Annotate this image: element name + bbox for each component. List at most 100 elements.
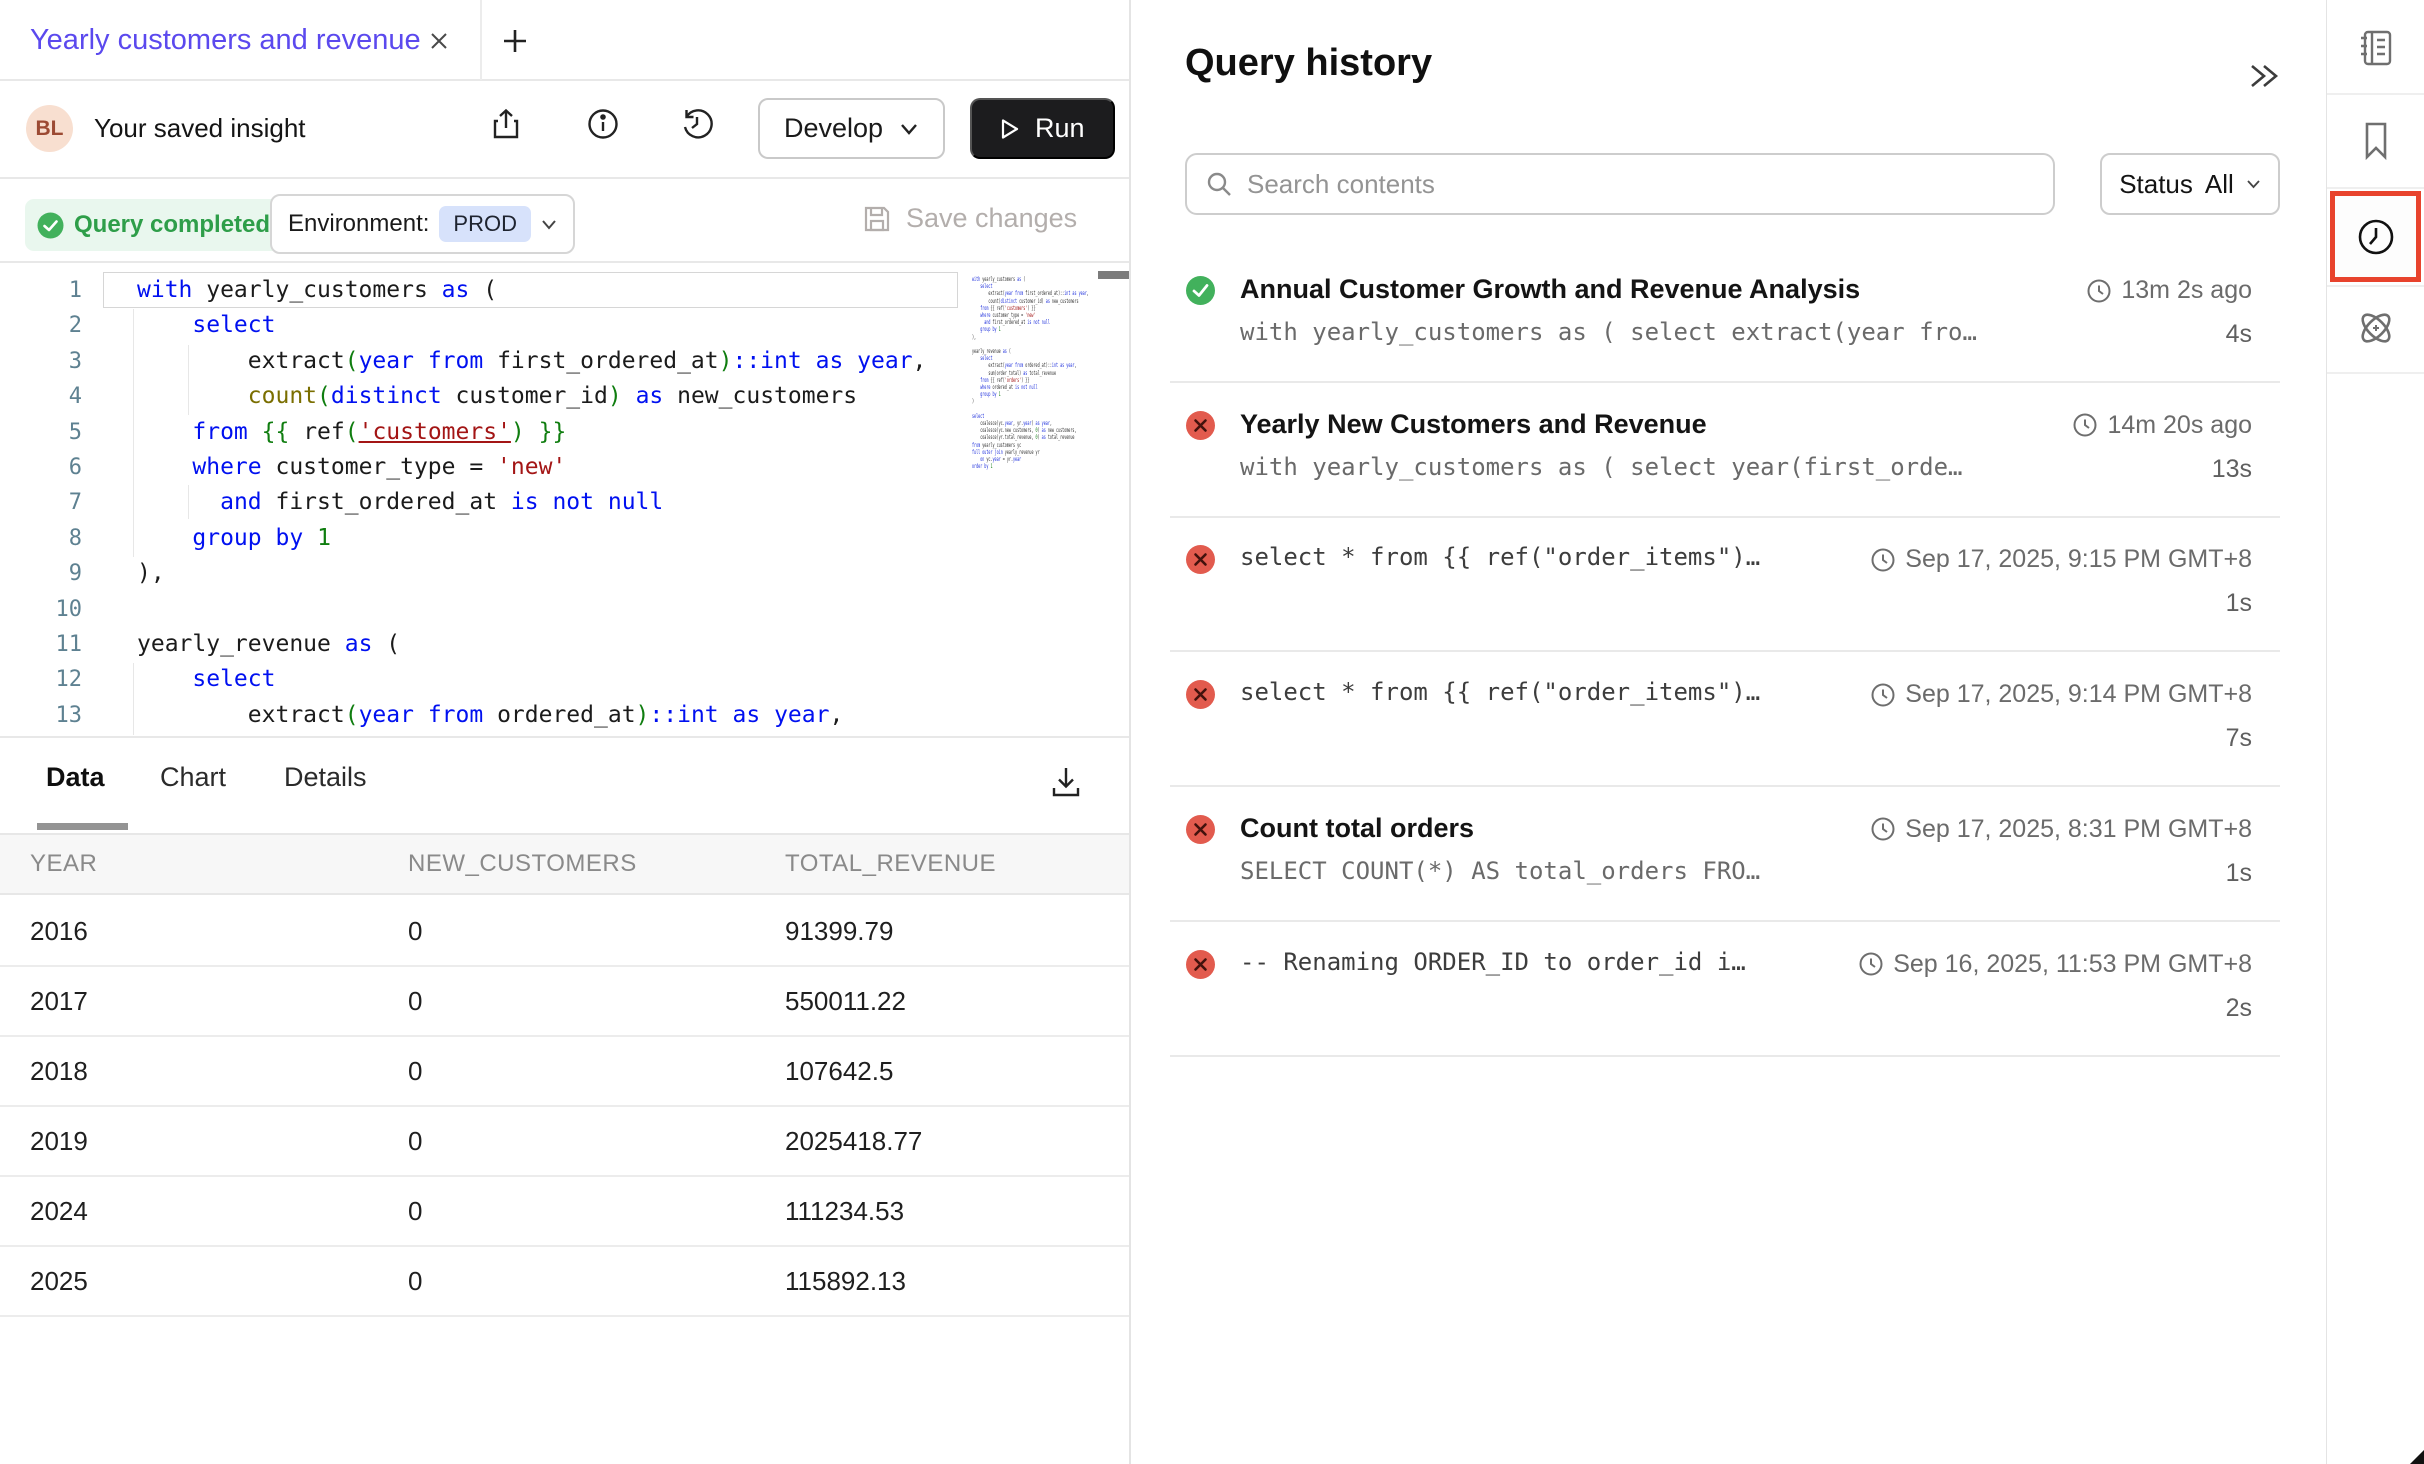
download-icon[interactable] <box>1048 764 1084 800</box>
status-error-icon <box>1186 545 1215 574</box>
notebook-icon[interactable] <box>2356 28 2396 68</box>
query-history-item[interactable]: Yearly New Customers and Revenue14m 20s … <box>1170 383 2280 518</box>
rail-separator <box>2327 93 2424 95</box>
develop-button[interactable]: Develop <box>758 98 945 159</box>
minimap-line: with yearly_customers as ( <box>972 276 1041 283</box>
line-number: 6 <box>0 450 82 485</box>
table-row[interactable]: 20250115892.13 <box>0 1247 1130 1317</box>
query-history-item[interactable]: select * from {{ ref("order_items")…Sep … <box>1170 517 2280 652</box>
table-cell: 111234.53 <box>785 1196 1130 1227</box>
save-changes-button[interactable]: Save changes <box>862 203 1077 234</box>
table-header: YEAR NEW_CUSTOMERS TOTAL_REVENUE <box>0 833 1130 895</box>
editor-minimap[interactable]: with yearly_customers as ( select extrac… <box>972 276 1098 470</box>
column-new-customers[interactable]: NEW_CUSTOMERS <box>408 850 785 878</box>
code-line: and first_ordered_at is not null <box>103 485 958 520</box>
query-title: Count total orders <box>1240 813 1474 844</box>
minimap-line: and first_ordered_at is not null <box>972 319 1041 326</box>
chevron-down-icon <box>2246 179 2261 189</box>
column-total-revenue[interactable]: TOTAL_REVENUE <box>785 850 1130 878</box>
column-year[interactable]: YEAR <box>30 850 408 878</box>
query-duration: 1s <box>2226 859 2252 888</box>
table-cell: 0 <box>408 916 785 947</box>
table-row[interactable]: 20240111234.53 <box>0 1177 1130 1247</box>
minimap-line: ), <box>972 334 1041 341</box>
chevron-down-icon <box>899 122 919 136</box>
avatar[interactable]: BL <box>26 105 73 152</box>
minimap-line: select <box>972 413 1041 420</box>
table-row[interactable]: 20180107642.5 <box>0 1037 1130 1107</box>
search-box[interactable] <box>1185 153 2055 215</box>
page-title: Query history <box>1185 42 1432 85</box>
table-row[interactable]: 20170550011.22 <box>0 967 1130 1037</box>
bookmark-icon[interactable] <box>2356 120 2396 162</box>
table-cell: 2017 <box>30 986 408 1017</box>
collapse-panel-icon[interactable] <box>2240 58 2282 94</box>
status-filter-value: All <box>2205 169 2234 200</box>
line-number: 13 <box>0 698 82 733</box>
tab-close-icon[interactable] <box>426 28 452 54</box>
query-timestamp: Sep 16, 2025, 11:53 PM GMT+8 <box>1858 950 2252 979</box>
minimap-line: from {{ ref('customers') }} <box>972 305 1041 312</box>
run-label: Run <box>1035 113 1085 144</box>
line-number: 3 <box>0 344 82 379</box>
status-error-icon <box>1186 411 1215 440</box>
minimap-line: where ordered_at is not null <box>972 384 1041 391</box>
info-icon[interactable] <box>585 106 621 142</box>
table-row[interactable]: 201902025418.77 <box>0 1107 1130 1177</box>
query-title: Annual Customer Growth and Revenue Analy… <box>1240 274 1860 305</box>
new-tab-button[interactable] <box>500 26 530 56</box>
rail-separator <box>2327 285 2424 287</box>
run-button[interactable]: Run <box>970 98 1115 159</box>
environment-selector[interactable]: Environment: PROD <box>270 194 575 254</box>
compass-icon[interactable] <box>2354 306 2398 350</box>
line-number: 2 <box>0 308 82 343</box>
query-timestamp: 14m 20s ago <box>2072 411 2252 440</box>
minimap-line: extract(year from first_ordered_at)::int… <box>972 290 1041 297</box>
table-cell: 2025 <box>30 1266 408 1297</box>
code-line: select <box>103 662 958 697</box>
code-line: yearly_revenue as ( <box>103 627 958 662</box>
code-line: ), <box>103 556 958 591</box>
share-icon[interactable] <box>488 106 524 142</box>
save-changes-label: Save changes <box>906 203 1077 234</box>
editor-scrollbar[interactable] <box>1098 271 1130 279</box>
environment-value-badge: PROD <box>439 206 531 242</box>
search-input[interactable] <box>1247 169 2035 200</box>
chevron-down-icon <box>541 219 557 230</box>
query-history-item[interactable]: -- Renaming ORDER_ID to order_id i…Sep 1… <box>1170 922 2280 1057</box>
tabbar-border <box>0 79 1130 81</box>
query-duration: 2s <box>2226 994 2252 1023</box>
table-row[interactable]: 2016091399.79 <box>0 897 1130 967</box>
rail-separator <box>2327 187 2424 189</box>
query-history-item[interactable]: Count total orders Sep 17, 2025, 8:31 PM … <box>1170 787 2280 922</box>
sql-editor[interactable]: 12345678910111213 with yearly_customers … <box>0 263 1130 737</box>
line-number: 8 <box>0 521 82 556</box>
clock-icon <box>1870 682 1896 708</box>
clock-icon <box>2086 278 2112 304</box>
tab-details[interactable]: Details <box>284 762 367 793</box>
clock-icon <box>1870 547 1896 573</box>
icon-rail <box>2327 0 2424 1464</box>
table-cell: 115892.13 <box>785 1266 1130 1297</box>
tab-chart[interactable]: Chart <box>160 762 226 793</box>
rail-separator <box>2327 372 2424 374</box>
tab-data[interactable]: Data <box>46 762 105 793</box>
code-line: with yearly_customers as ( <box>103 273 958 308</box>
query-history-item[interactable]: Annual Customer Growth and Revenue Analy… <box>1170 248 2280 383</box>
minimap-line: group by 1 <box>972 391 1041 398</box>
table-cell: 91399.79 <box>785 916 1130 947</box>
status-filter-dropdown[interactable]: Status All <box>2100 153 2280 215</box>
tab-divider <box>480 0 482 80</box>
code-line: count(distinct customer_id) as new_custo… <box>103 379 958 414</box>
query-duration: 4s <box>2226 320 2252 349</box>
tab-yearly-customers[interactable]: Yearly customers and revenue <box>30 24 421 57</box>
clock-icon[interactable] <box>2354 215 2398 259</box>
query-history-item[interactable]: select * from {{ ref("order_items")…Sep … <box>1170 652 2280 787</box>
minimap-line: group by 1 <box>972 326 1041 333</box>
toolbar-border <box>0 177 1130 179</box>
query-duration: 13s <box>2212 455 2252 484</box>
query-timestamp: 13m 2s ago <box>2086 276 2252 305</box>
query-timestamp: Sep 17, 2025, 8:31 PM GMT+8 <box>1870 815 2252 844</box>
version-history-icon[interactable] <box>679 106 715 142</box>
line-number: 11 <box>0 627 82 662</box>
